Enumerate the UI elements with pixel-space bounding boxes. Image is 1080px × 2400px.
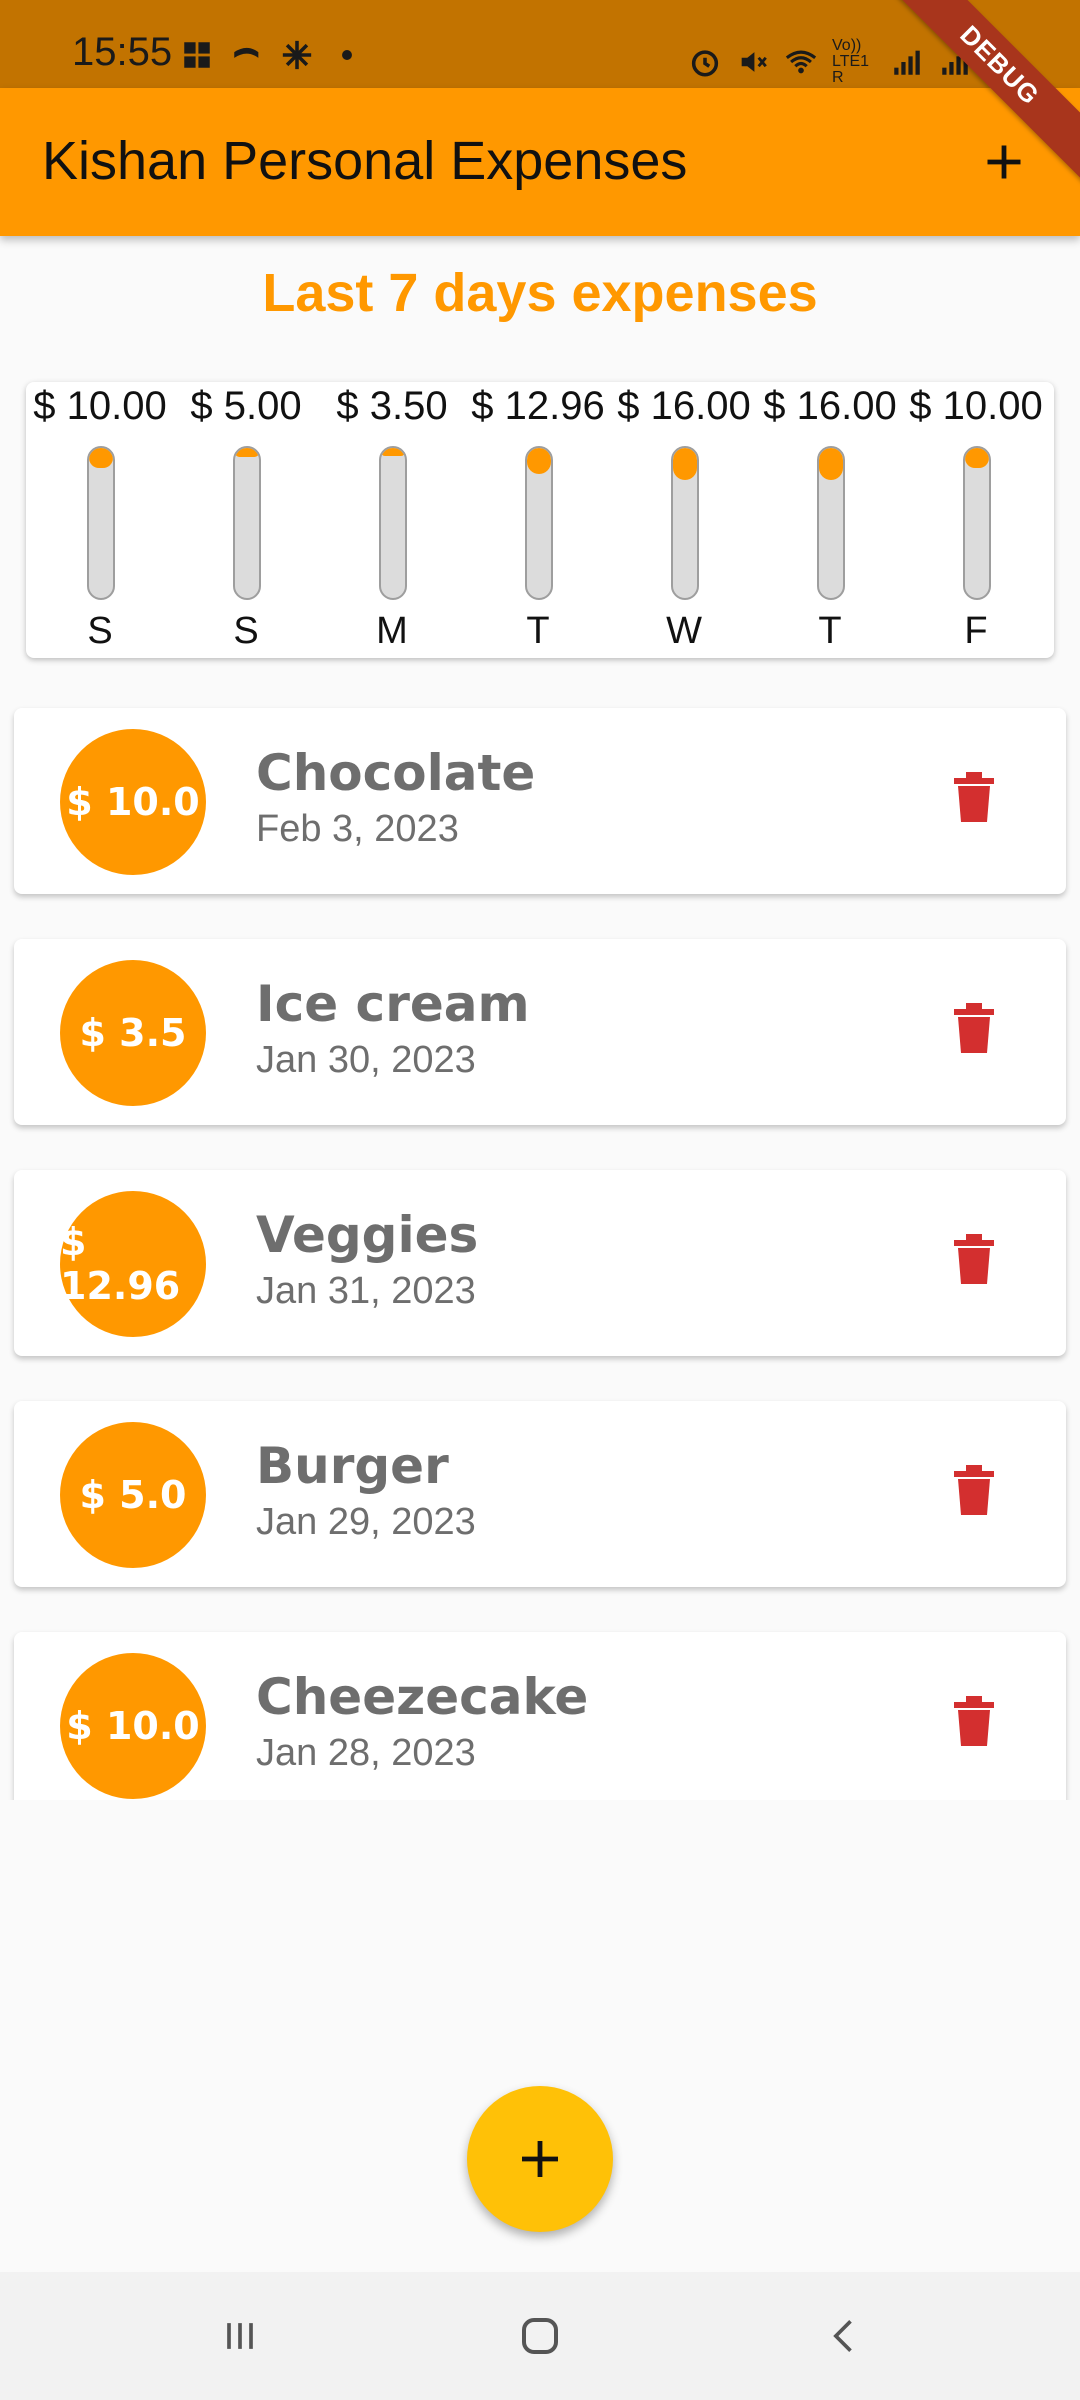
transaction-title: Cheezecake — [256, 1668, 589, 1726]
chart-bar-amount: $ 10.00 — [33, 384, 167, 428]
mute-icon — [741, 52, 767, 72]
chart-bar-fill — [89, 448, 113, 468]
volte-icon: Vo)) LTE1 R — [832, 37, 870, 86]
wifi-icon — [785, 50, 817, 74]
notification-icon — [184, 42, 210, 68]
alarm-icon — [691, 50, 719, 77]
chart-bar-amount: $ 16.00 — [763, 384, 897, 428]
chart-bar-fill — [235, 448, 259, 457]
app-screen: 15:55 Vo)) LTE1 R DEBUG Kishan Personal … — [0, 0, 1080, 2400]
transaction-card: $ 10.0 Cheezecake Jan 28, 2023 — [14, 1632, 1066, 1800]
chart-bar-day-label: T — [526, 610, 550, 652]
status-left-icons — [180, 38, 364, 72]
chart-bar-amount: $ 3.50 — [336, 384, 448, 428]
chart-bar-day-label: S — [87, 610, 113, 652]
chart-section-title: Last 7 days expenses — [262, 263, 818, 323]
chart-bar-fill — [673, 448, 697, 480]
chart-bar-day-label: M — [376, 610, 408, 652]
chart-bar-column: $ 10.00 S — [27, 382, 173, 658]
chart-bar-amount: $ 5.00 — [190, 384, 302, 428]
delete-button[interactable] — [944, 1692, 1004, 1752]
add-fab-button[interactable] — [467, 2086, 613, 2232]
sparkle-icon — [282, 40, 312, 70]
amount-avatar: $ 3.5 — [60, 960, 206, 1106]
chart-bar-column: $ 10.00 F — [903, 382, 1049, 658]
transaction-card: $ 3.5 Ice cream Jan 30, 2023 — [14, 939, 1066, 1125]
delete-button[interactable] — [944, 999, 1004, 1059]
chart-bar-column: $ 16.00 T — [757, 382, 903, 658]
chart-bar-column: $ 5.00 S — [173, 382, 319, 658]
trash-icon — [954, 1234, 994, 1284]
transaction-title: Chocolate — [256, 744, 536, 802]
chart-bar-track — [525, 446, 553, 600]
transaction-title: Burger — [256, 1437, 449, 1495]
trash-icon — [954, 1003, 994, 1053]
chart-bar-day-label: F — [964, 610, 988, 652]
amount-avatar: $ 12.96 — [60, 1191, 206, 1337]
chart-bar-track — [963, 446, 991, 600]
chart-bar-fill — [819, 448, 843, 480]
chart-bar-fill — [527, 448, 551, 474]
chart-bar-track — [671, 446, 699, 600]
chart-bar-track — [817, 446, 845, 600]
amount-avatar: $ 10.0 — [60, 729, 206, 875]
back-button[interactable] — [805, 2306, 885, 2366]
delete-button[interactable] — [944, 1230, 1004, 1290]
transaction-date: Jan 30, 2023 — [256, 1039, 476, 1081]
chart-bar-column: $ 12.96 T — [465, 382, 611, 658]
home-button[interactable] — [500, 2306, 580, 2366]
amount-avatar: $ 5.0 — [60, 1422, 206, 1568]
amount-avatar: $ 10.0 — [60, 1653, 206, 1799]
chart-bar-track — [233, 446, 261, 600]
chart-bar-column: $ 3.50 M — [319, 382, 465, 658]
back-icon — [833, 2320, 852, 2352]
transaction-card: $ 12.96 Veggies Jan 31, 2023 — [14, 1170, 1066, 1356]
chart-bar-amount: $ 10.00 — [909, 384, 1043, 428]
system-nav-bar — [0, 2272, 1080, 2400]
chart-bar-track — [379, 446, 407, 600]
chart-bar-day-label: T — [818, 610, 842, 652]
chart-bar-fill — [965, 448, 989, 468]
status-time: 15:55 — [72, 30, 173, 74]
transaction-date: Jan 29, 2023 — [256, 1501, 476, 1543]
cast-icon — [234, 47, 259, 58]
home-icon — [522, 2318, 558, 2354]
chart-bar-fill — [381, 448, 405, 456]
delete-button[interactable] — [944, 1461, 1004, 1521]
chart-bar-amount: $ 12.96 — [471, 384, 605, 428]
chart-card: $ 10.00 S $ 5.00 S $ 3.50 M $ 12.96 T $ 16.00 W $ … — [26, 382, 1054, 658]
transaction-list[interactable]: $ 10.0 Chocolate Feb 3, 2023 $ 3.5 Ice cream… — [0, 690, 1080, 1800]
trash-icon — [954, 1465, 994, 1515]
chart-bar-column: $ 16.00 W — [611, 382, 757, 658]
transaction-date: Jan 31, 2023 — [256, 1270, 476, 1312]
transaction-card: $ 5.0 Burger Jan 29, 2023 — [14, 1401, 1066, 1587]
transaction-date: Feb 3, 2023 — [256, 808, 459, 850]
transaction-title: Ice cream — [256, 975, 530, 1033]
recents-button[interactable] — [200, 2306, 280, 2366]
trash-icon — [954, 772, 994, 822]
recents-icon — [227, 2323, 253, 2349]
chart-bar-track — [87, 446, 115, 600]
chart-bar-day-label: S — [233, 610, 259, 652]
dot-icon — [342, 50, 352, 60]
transaction-title: Veggies — [256, 1206, 479, 1264]
delete-button[interactable] — [944, 768, 1004, 828]
chart-bar-day-label: W — [666, 610, 702, 652]
app-title: Kishan Personal Expenses — [42, 131, 688, 191]
signal-icon — [894, 50, 920, 75]
transaction-card: $ 10.0 Chocolate Feb 3, 2023 — [14, 708, 1066, 894]
add-transaction-button[interactable] — [964, 122, 1044, 202]
trash-icon — [954, 1696, 994, 1746]
plus-icon — [987, 145, 1021, 179]
chart-bar-amount: $ 16.00 — [617, 384, 751, 428]
plus-icon — [522, 2141, 558, 2177]
app-bar: Kishan Personal Expenses — [0, 88, 1080, 236]
transaction-date: Jan 28, 2023 — [256, 1732, 476, 1774]
